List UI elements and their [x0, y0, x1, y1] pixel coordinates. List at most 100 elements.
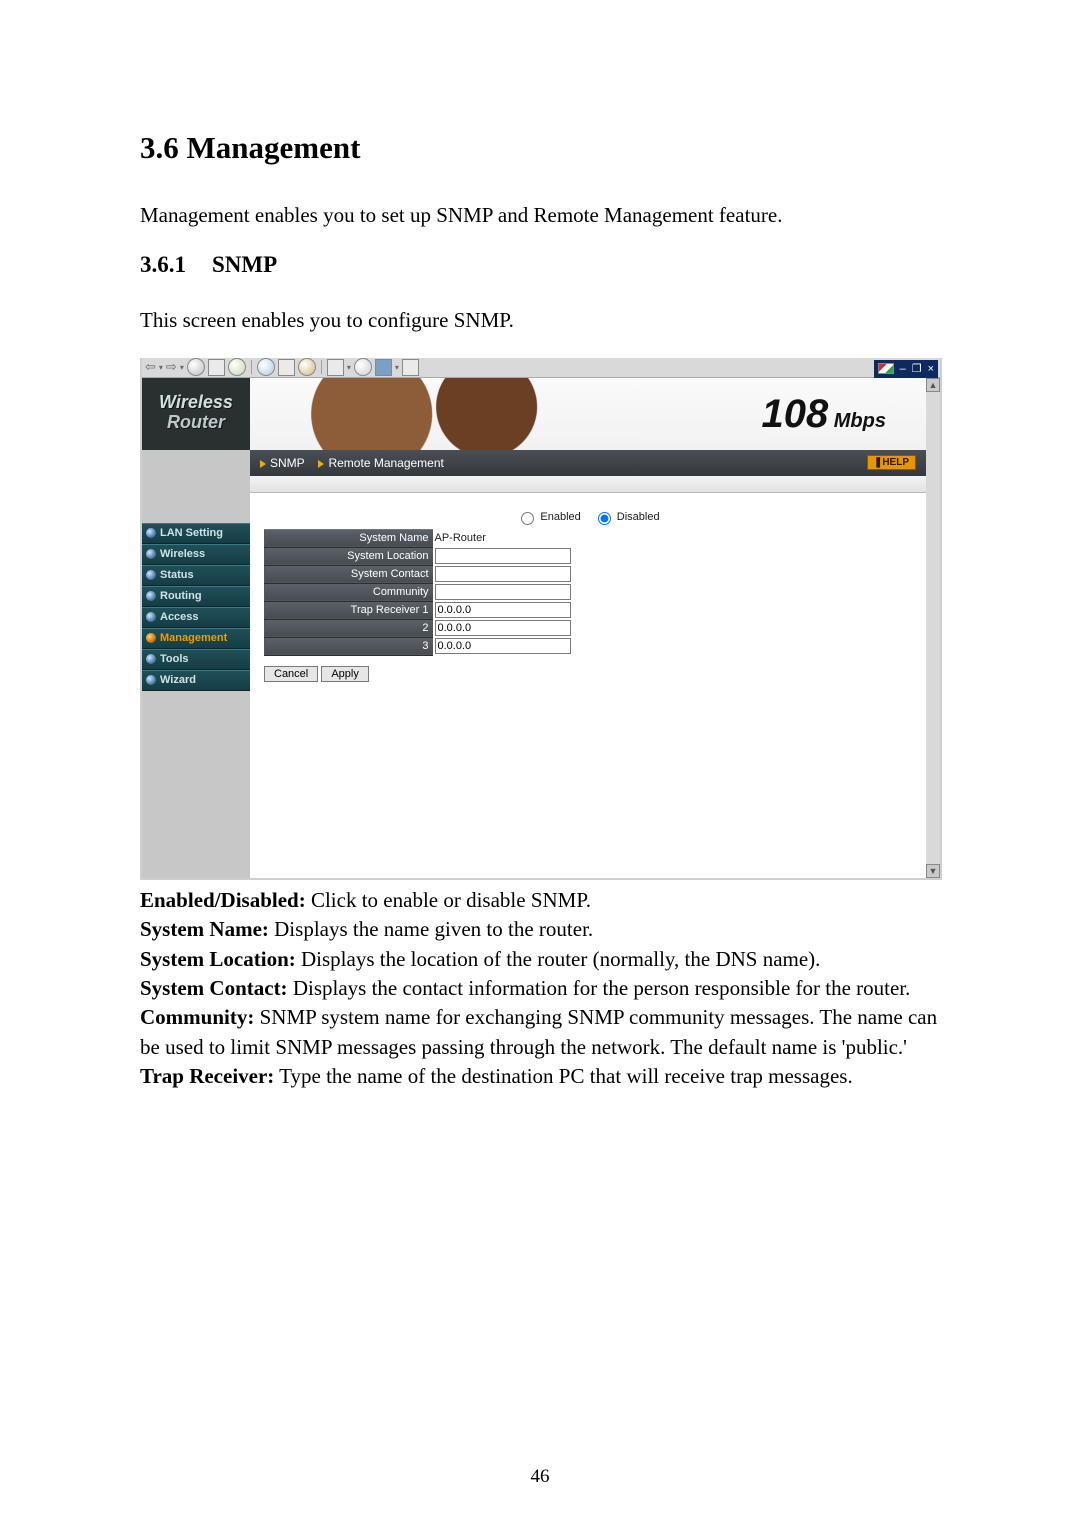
subnav-bar: SNMP Remote Management ❚HELP [250, 450, 926, 476]
history-icon[interactable] [298, 358, 316, 376]
bullet-icon [146, 570, 156, 580]
discuss-icon[interactable] [402, 359, 419, 376]
speed-unit: Mbps [828, 410, 886, 432]
definition-text: Displays the name given to the router. [269, 917, 593, 941]
brand-logo: Wireless Router [142, 378, 250, 450]
minimize-button[interactable]: – [900, 362, 906, 376]
sidebar-item-wizard[interactable]: Wizard [142, 670, 250, 691]
page-number: 46 [0, 1466, 1080, 1488]
label-community: Community [265, 583, 433, 601]
edit-icon[interactable] [375, 359, 392, 376]
radio-disabled[interactable] [598, 512, 611, 525]
bullet-icon [146, 633, 156, 643]
input-system-location[interactable] [435, 548, 571, 564]
sidebar-item-lan-setting[interactable]: LAN Setting [142, 523, 250, 544]
label-system-name: System Name [265, 529, 433, 547]
definition-term: System Location: [140, 947, 296, 971]
definition-item: System Location: Displays the location o… [140, 945, 940, 974]
main-panel: Enabled Disabled System Name AP-Router S… [250, 476, 926, 878]
search-icon[interactable] [257, 358, 275, 376]
definition-text: SNMP system name for exchanging SNMP com… [140, 1005, 937, 1058]
tab-remote-management[interactable]: Remote Management [328, 456, 443, 470]
help-button[interactable]: ❚HELP [867, 455, 916, 470]
snmp-form: Enabled Disabled System Name AP-Router S… [250, 493, 926, 692]
input-trap1[interactable] [435, 602, 571, 618]
speed-number: 108 [761, 392, 828, 436]
value-system-name: AP-Router [433, 529, 804, 547]
document-page: 3.6 Management Management enables you to… [0, 0, 1080, 1528]
table-row: System Name AP-Router [265, 529, 804, 547]
radio-enabled-label[interactable]: Enabled [516, 509, 580, 525]
vertical-scrollbar[interactable]: ▲ ▼ [925, 378, 940, 878]
definition-text: Displays the contact information for the… [288, 976, 911, 1000]
favorites-icon[interactable] [278, 359, 295, 376]
speed-logo: 108 Mbps [761, 394, 886, 441]
sidebar-item-management[interactable]: Management [142, 628, 250, 649]
definition-item: Trap Receiver: Type the name of the dest… [140, 1062, 940, 1091]
sidebar-item-label: Wizard [160, 671, 196, 690]
radio-enabled[interactable] [521, 512, 534, 525]
label-trap2: 2 [265, 619, 433, 637]
bullet-icon [146, 549, 156, 559]
table-row: System Contact [265, 565, 804, 583]
toolbar-separator [321, 360, 322, 374]
back-dropdown-icon[interactable]: ▾ [159, 363, 163, 372]
triangle-icon [318, 460, 324, 468]
router-admin-page: Wireless Router 108 Mbps SNMP Remote Man… [142, 378, 926, 878]
sidebar-item-label: Management [160, 629, 227, 648]
sidebar-item-wireless[interactable]: Wireless [142, 544, 250, 565]
panel-divider [250, 476, 926, 493]
forward-dropdown-icon[interactable]: ▾ [180, 363, 184, 372]
apply-button[interactable]: Apply [321, 666, 369, 682]
definition-item: Community: SNMP system name for exchangi… [140, 1003, 940, 1062]
heading-sub: 3.6.1SNMP [140, 252, 940, 278]
tab-snmp[interactable]: SNMP [270, 456, 304, 470]
sidebar-item-status[interactable]: Status [142, 565, 250, 586]
sidebar-item-routing[interactable]: Routing [142, 586, 250, 607]
bullet-icon [146, 675, 156, 685]
table-row: Community [265, 583, 804, 601]
refresh-icon[interactable] [208, 359, 225, 376]
input-community[interactable] [435, 584, 571, 600]
button-row: Cancel Apply [264, 666, 912, 682]
definition-list: Enabled/Disabled: Click to enable or dis… [140, 886, 940, 1092]
mail-dropdown-icon[interactable]: ▾ [347, 363, 351, 372]
sidebar-item-label: LAN Setting [160, 524, 223, 543]
enable-radio-group: Enabled Disabled [264, 505, 912, 529]
sidebar-item-tools[interactable]: Tools [142, 649, 250, 670]
browser-toolbar: ⇦ ▾ ⇨ ▾ ▾ ▾ [142, 358, 940, 378]
brand-line1: Wireless [142, 392, 250, 412]
heading-sub-title: SNMP [212, 252, 277, 277]
scroll-down-icon[interactable]: ▼ [926, 864, 940, 878]
table-row: Trap Receiver 1 [265, 601, 804, 619]
definition-item: System Name: Displays the name given to … [140, 915, 940, 944]
bullet-icon [146, 612, 156, 622]
input-trap3[interactable] [435, 638, 571, 654]
print-icon[interactable] [354, 358, 372, 376]
back-icon[interactable]: ⇦ [145, 359, 156, 375]
sidebar-item-label: Tools [160, 650, 189, 669]
ime-flag-icon[interactable] [878, 363, 894, 374]
stop-icon[interactable] [187, 358, 205, 376]
restore-button[interactable]: ❐ [912, 362, 922, 376]
bullet-icon [146, 528, 156, 538]
mail-icon[interactable] [327, 359, 344, 376]
close-button[interactable]: × [928, 362, 934, 376]
sidebar-item-access[interactable]: Access [142, 607, 250, 628]
input-trap2[interactable] [435, 620, 571, 636]
forward-icon[interactable]: ⇨ [166, 359, 177, 375]
definition-term: Trap Receiver: [140, 1064, 274, 1088]
scroll-up-icon[interactable]: ▲ [926, 378, 940, 392]
home-icon[interactable] [228, 358, 246, 376]
radio-text: Enabled [540, 511, 580, 523]
bullet-icon [146, 591, 156, 601]
cancel-button[interactable]: Cancel [264, 666, 318, 682]
radio-disabled-label[interactable]: Disabled [593, 509, 660, 525]
sidebar-item-label: Wireless [160, 545, 205, 564]
definition-text: Click to enable or disable SNMP. [306, 888, 591, 912]
brand-line2: Router [142, 412, 250, 432]
toolbar-separator [251, 360, 252, 374]
edit-dropdown-icon[interactable]: ▾ [395, 363, 399, 372]
input-system-contact[interactable] [435, 566, 571, 582]
definition-term: Community: [140, 1005, 254, 1029]
